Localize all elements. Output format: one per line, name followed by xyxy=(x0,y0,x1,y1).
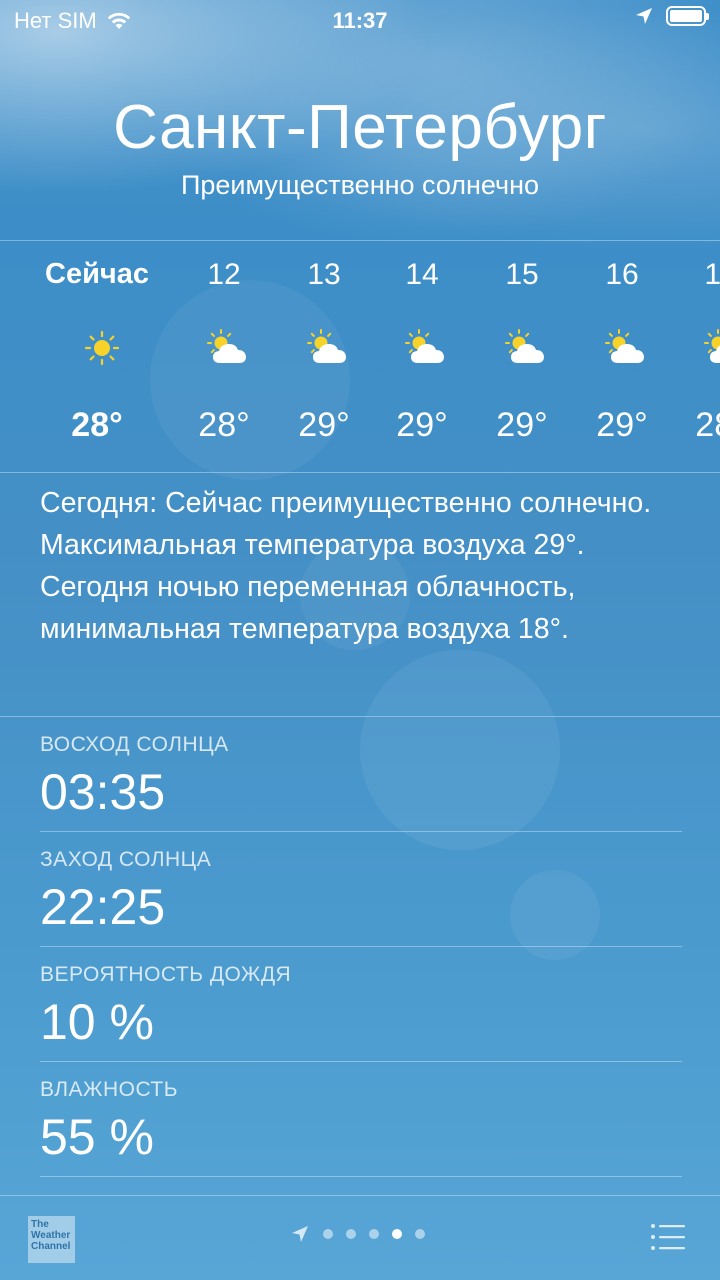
hour-temp: 28° xyxy=(695,406,720,444)
hourly-item: 12 28° xyxy=(169,242,279,472)
detail-label: ЗАХОД СОЛНЦА xyxy=(40,848,212,871)
hour-label: 15 xyxy=(505,258,539,291)
hourly-item: 13 29° xyxy=(269,242,379,472)
weather-condition: Преимущественно солнечно xyxy=(180,170,540,200)
partly-cloudy-icon xyxy=(605,329,644,363)
bottom-toolbar: The Weather Channel xyxy=(0,1196,720,1280)
city-list-icon[interactable] xyxy=(650,1222,686,1252)
hour-label: 16 xyxy=(605,258,639,291)
partly-cloudy-icon xyxy=(704,329,720,363)
detail-value: 10 % xyxy=(40,994,154,1050)
hour-temp: 29° xyxy=(596,406,648,444)
detail-label: ВОСХОД СОЛНЦА xyxy=(40,733,229,756)
hourly-item: 17 28° xyxy=(666,242,720,472)
hour-label: Сейчас xyxy=(45,258,149,290)
divider xyxy=(0,472,720,473)
hourly-item: Сейчас 28° xyxy=(42,242,152,472)
location-arrow-icon xyxy=(636,8,652,24)
divider xyxy=(40,831,682,832)
divider xyxy=(40,1176,682,1177)
divider xyxy=(0,240,720,241)
city-name: Санкт-Петербург xyxy=(113,93,607,162)
hour-temp: 28° xyxy=(71,406,123,444)
page-indicator[interactable] xyxy=(290,1224,425,1244)
hour-temp: 29° xyxy=(298,406,350,444)
page-dot xyxy=(415,1229,425,1239)
detail-value: 03:35 xyxy=(40,764,166,820)
partly-cloudy-icon xyxy=(505,329,544,363)
divider xyxy=(0,716,720,717)
divider xyxy=(40,946,682,947)
hour-label: 17 xyxy=(704,258,720,291)
detail-rain-chance: ВЕРОЯТНОСТЬ ДОЖДЯ 10 % xyxy=(40,963,680,1051)
sun-icon xyxy=(84,330,120,366)
hourly-item: 15 29° xyxy=(467,242,577,472)
page-dot xyxy=(346,1229,356,1239)
hour-temp: 29° xyxy=(496,406,548,444)
status-right-group xyxy=(634,6,709,26)
status-bar: Нет SIM 11:37 xyxy=(0,0,720,40)
hour-temp: 28° xyxy=(198,406,250,444)
hour-label: 12 xyxy=(207,258,241,291)
daily-summary: Сегодня: Сейчас преимущественно солнечно… xyxy=(40,487,652,645)
battery-icon xyxy=(666,6,709,26)
detail-value: 22:25 xyxy=(40,879,166,935)
hour-label: 14 xyxy=(405,258,439,291)
page-dot xyxy=(369,1229,379,1239)
partly-cloudy-icon xyxy=(405,329,444,363)
status-time: 11:37 xyxy=(332,8,388,33)
partly-cloudy-icon xyxy=(207,329,246,363)
partly-cloudy-icon xyxy=(307,329,346,363)
location-arrow-icon xyxy=(292,1226,308,1242)
hourly-item: 16 29° xyxy=(567,242,677,472)
detail-value: 55 % xyxy=(40,1109,154,1165)
hourly-item: 14 29° xyxy=(367,242,477,472)
page-dot xyxy=(323,1229,333,1239)
weather-channel-logo[interactable]: The Weather Channel xyxy=(28,1216,75,1263)
hour-temp: 29° xyxy=(396,406,448,444)
hourly-forecast[interactable]: Сейчас 28° 12 28° 13 29° 14 29° 15 29° 1… xyxy=(0,242,720,472)
detail-sunrise: ВОСХОД СОЛНЦА 03:35 xyxy=(40,733,680,821)
detail-label: ВЕРОЯТНОСТЬ ДОЖДЯ xyxy=(40,963,292,986)
divider xyxy=(40,1061,682,1062)
page-dot-active xyxy=(392,1229,402,1239)
hour-label: 13 xyxy=(307,258,341,291)
detail-humidity: ВЛАЖНОСТЬ 55 % xyxy=(40,1078,680,1166)
detail-label: ВЛАЖНОСТЬ xyxy=(40,1078,179,1101)
detail-sunset: ЗАХОД СОЛНЦА 22:25 xyxy=(40,848,680,936)
